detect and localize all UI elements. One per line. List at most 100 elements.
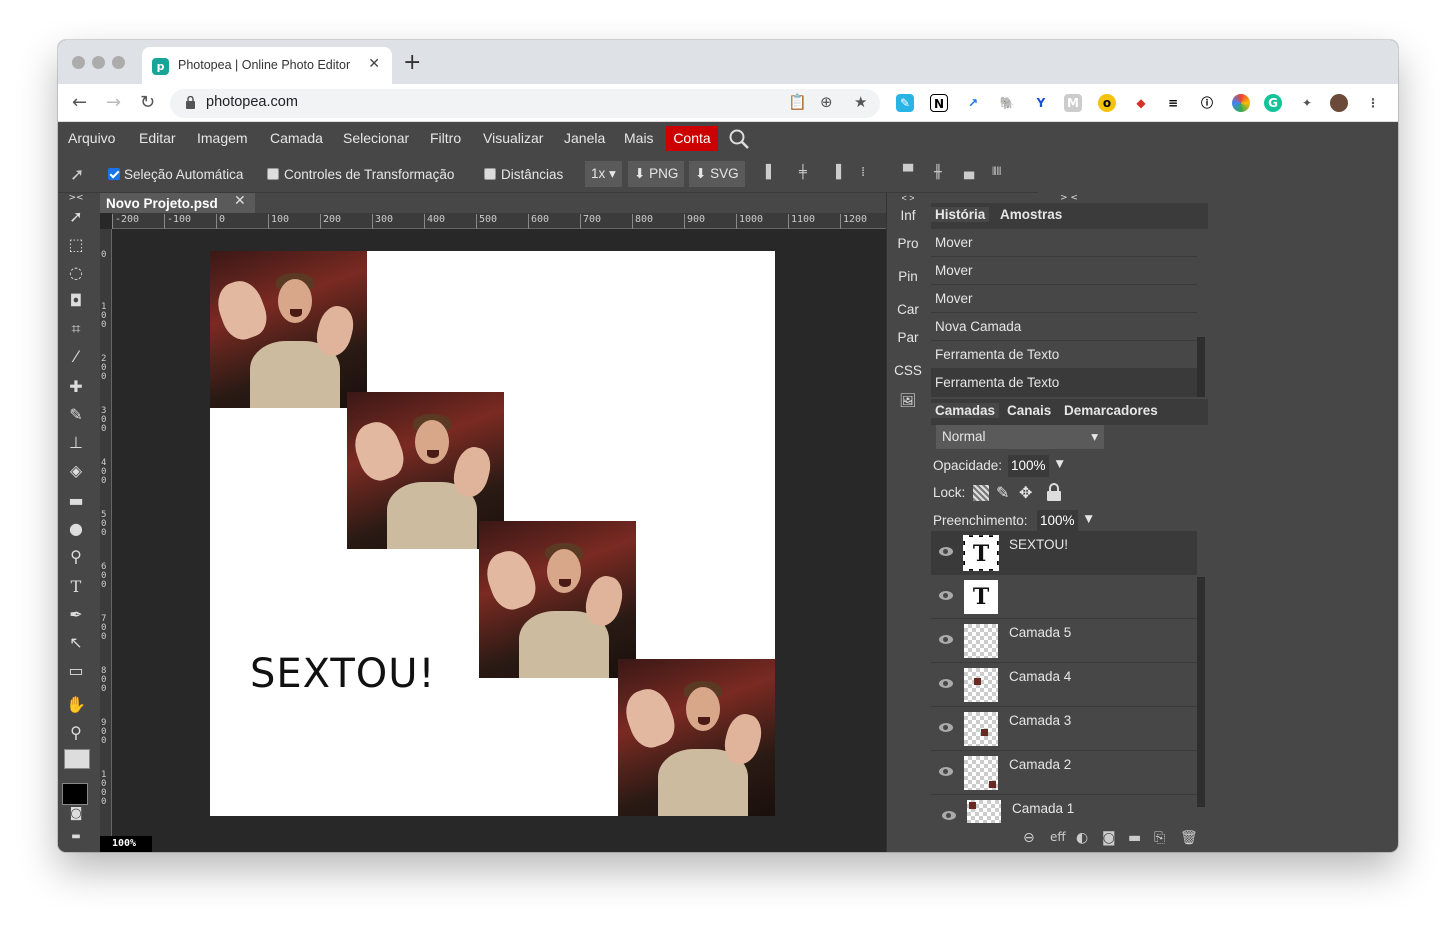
tab-channels[interactable]: Canais [1007, 403, 1051, 418]
align-bottom-icon[interactable]: ▄ [964, 165, 982, 183]
delete-layer-trash-icon[interactable]: 🗑 [1180, 830, 1198, 846]
panel-collapse-icon[interactable]: > < [1060, 193, 1078, 203]
pen-tool-icon[interactable]: ✒ [66, 605, 86, 625]
canvas-text-layer[interactable]: SEXTOU! [250, 651, 436, 697]
lasso-tool-icon[interactable]: ◌ [66, 263, 86, 283]
crop-tool-icon[interactable]: ⌗ [66, 319, 86, 339]
extension-1-icon[interactable]: ✎ [896, 94, 914, 112]
star-icon[interactable]: ★ [854, 93, 867, 111]
photo-layer-3[interactable] [479, 521, 636, 678]
transform-controls-checkbox[interactable] [267, 168, 279, 180]
hand-tool-icon[interactable]: ✋ [66, 695, 86, 715]
mini-panel-collapse-icon[interactable]: < > [887, 193, 929, 203]
layer-row[interactable]: T SEXTOU! [931, 531, 1197, 575]
align-top-icon[interactable]: ▀ [903, 165, 921, 183]
menu-visualizar[interactable]: Visualizar [483, 130, 543, 146]
brush-tool-icon[interactable]: ✎ [66, 405, 86, 425]
align-right-icon[interactable]: ▐ [831, 165, 849, 183]
close-window-button[interactable] [72, 56, 85, 69]
document-close-icon[interactable]: ✕ [234, 193, 246, 209]
fill-input[interactable]: 100% [1037, 510, 1078, 532]
url-text[interactable]: photopea.com [206, 94, 298, 110]
tab-swatches[interactable]: Amostras [1000, 207, 1062, 222]
zoom-tool-icon[interactable]: ⚲ [66, 723, 86, 743]
align-middle-icon[interactable]: ╫ [934, 165, 952, 183]
extension-lines-icon[interactable]: ≡ [1164, 94, 1182, 112]
evernote-icon[interactable]: 🐘 [998, 94, 1016, 112]
layers-scrollbar[interactable] [1197, 577, 1205, 807]
extension-arrow-icon[interactable]: ◆ [1132, 94, 1150, 112]
link-layers-icon[interactable]: ⊖ [1023, 830, 1035, 846]
mini-tab-properties[interactable]: Pro [887, 236, 929, 251]
opacity-arrow-icon[interactable]: ▼ [1053, 456, 1066, 471]
browser-menu-icon[interactable]: ⋮ [1364, 94, 1382, 112]
eye-icon[interactable] [939, 635, 953, 644]
distribute-horizontal-icon[interactable]: ⫴⫴ [992, 165, 1010, 183]
notion-icon[interactable]: N [930, 94, 948, 112]
menu-camada[interactable]: Camada [270, 130, 323, 146]
menu-imagem[interactable]: Imagem [197, 130, 248, 146]
mini-tab-character[interactable]: Car [887, 302, 929, 317]
mini-tab-info[interactable]: Inf [887, 208, 929, 223]
opacity-input[interactable]: 100% [1008, 455, 1049, 477]
search-icon[interactable] [728, 128, 750, 150]
dodge-tool-icon[interactable]: ⚲ [66, 547, 86, 567]
eye-icon[interactable] [939, 767, 953, 776]
new-layer-icon[interactable]: ⎘ [1154, 830, 1165, 846]
shape-tool-icon[interactable]: ▭ [66, 661, 86, 681]
align-left-icon[interactable]: ▌ [766, 165, 784, 183]
eyedropper-tool-icon[interactable]: ⁄ [66, 347, 86, 367]
document-tab[interactable]: Novo Projeto.psd [100, 193, 255, 213]
canvas-area[interactable]: -200 -100 0 100 200 300 400 500 600 700 … [100, 213, 886, 852]
reload-icon[interactable]: ↻ [140, 92, 155, 113]
share-icon[interactable]: ↗ [964, 94, 982, 112]
new-tab-button[interactable]: + [403, 50, 421, 75]
forward-arrow-icon[interactable]: → [106, 92, 121, 113]
layer-row[interactable]: Camada 2 [931, 751, 1197, 795]
layer-row[interactable]: Camada 1 [934, 795, 1197, 823]
history-item[interactable]: Ferramenta de Texto [931, 341, 1197, 369]
tab-layers[interactable]: Camadas [931, 403, 1000, 418]
blend-mode-select[interactable]: Normal ▾ [936, 425, 1104, 449]
background-color-swatch[interactable] [64, 749, 90, 769]
distribute-icon[interactable]: ⁞ [861, 165, 879, 183]
tab-paths[interactable]: Demarcadores [1064, 403, 1158, 418]
extension-m-icon[interactable]: M [1064, 94, 1082, 112]
tab-history[interactable]: História [931, 207, 990, 222]
menu-mais[interactable]: Mais [624, 130, 654, 146]
omnibox[interactable]: photopea.com 📋 ⊕ ★ [170, 89, 880, 118]
history-item[interactable]: Nova Camada [931, 313, 1197, 341]
tab-close-icon[interactable]: ✕ [368, 56, 380, 72]
layer-row[interactable]: T [931, 575, 1197, 619]
minimize-window-button[interactable] [92, 56, 105, 69]
layer-row[interactable]: Camada 5 [931, 619, 1197, 663]
photo-layer-1[interactable] [210, 251, 367, 408]
path-select-tool-icon[interactable]: ↖ [66, 633, 86, 653]
extension-y-icon[interactable]: Y [1032, 94, 1050, 112]
menu-filtro[interactable]: Filtro [430, 130, 461, 146]
history-item[interactable]: Mover [931, 257, 1197, 285]
quick-mask-icon[interactable]: ◙ [66, 804, 86, 824]
healing-tool-icon[interactable]: ✚ [66, 377, 86, 397]
layer-row[interactable]: Camada 4 [931, 663, 1197, 707]
lock-paint-icon[interactable]: ✎ [996, 483, 1009, 503]
history-item-current[interactable]: Ferramenta de Texto [931, 369, 1197, 397]
layer-row[interactable]: Camada 3 [931, 707, 1197, 751]
layer-mask-icon[interactable]: ◙ [1102, 830, 1116, 846]
scale-dropdown[interactable]: 1x ▾ [585, 161, 622, 187]
lock-all-icon[interactable] [1046, 483, 1062, 501]
document-canvas[interactable]: SEXTOU! [210, 251, 775, 816]
export-svg-button[interactable]: ⬇ SVG [689, 161, 745, 187]
eye-icon[interactable] [942, 811, 956, 820]
history-scrollbar[interactable] [1197, 337, 1205, 397]
image-icon[interactable]: 🖼 [887, 393, 929, 409]
gradient-tool-icon[interactable]: ▬ [66, 491, 86, 511]
add-circle-icon[interactable]: ⊕ [820, 93, 833, 111]
screen-mode-icon[interactable]: ▬ [66, 827, 86, 847]
adjustment-layer-icon[interactable]: ◐ [1076, 830, 1088, 846]
export-png-button[interactable]: ⬇ PNG [628, 161, 685, 187]
fill-arrow-icon[interactable]: ▼ [1082, 511, 1095, 526]
distances-checkbox[interactable] [484, 168, 496, 180]
eye-icon[interactable] [939, 679, 953, 688]
auto-select-checkbox[interactable] [108, 168, 120, 180]
